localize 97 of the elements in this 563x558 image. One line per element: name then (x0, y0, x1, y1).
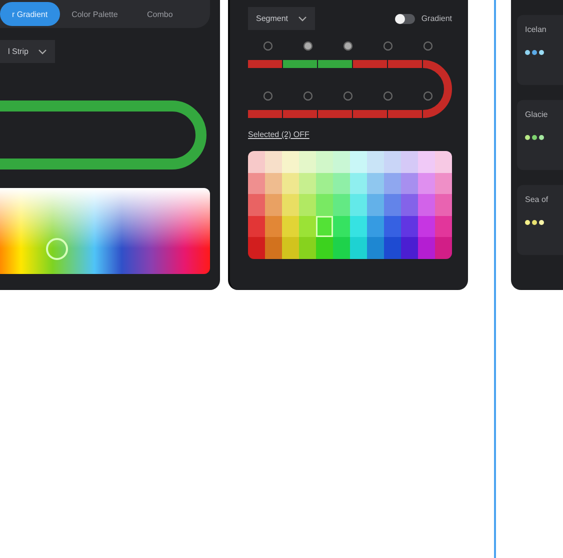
palette-swatch[interactable] (248, 151, 265, 173)
strip-segment[interactable] (353, 110, 387, 118)
picker-handle[interactable] (46, 238, 68, 260)
palette-swatch[interactable] (282, 216, 299, 238)
palette-swatch[interactable] (367, 237, 384, 259)
palette-swatch[interactable] (248, 216, 265, 238)
palette-swatch[interactable] (248, 237, 265, 259)
color-gradient-picker[interactable] (0, 188, 210, 274)
palette-swatch[interactable] (350, 172, 367, 194)
palette-swatch[interactable] (418, 237, 435, 259)
chevron-icon (298, 16, 308, 22)
palette-swatch[interactable] (367, 194, 384, 216)
scene-card[interactable]: Glacie (517, 100, 563, 170)
tab[interactable]: Combo (130, 2, 190, 26)
palette-swatch[interactable] (401, 216, 418, 238)
palette-swatch[interactable] (265, 151, 282, 173)
strip-dropdown[interactable]: l Strip (0, 40, 56, 63)
palette-swatch[interactable] (333, 237, 350, 259)
strip-segment[interactable] (388, 60, 422, 68)
strip-segment[interactable] (283, 60, 317, 68)
palette-swatch[interactable] (316, 172, 333, 194)
tab[interactable]: Color Palette (60, 2, 130, 26)
segment-checkbox[interactable] (263, 41, 273, 51)
palette-swatch[interactable] (384, 172, 401, 194)
palette-swatch[interactable] (435, 194, 452, 216)
segment-checkbox[interactable] (423, 91, 433, 101)
selection-status[interactable]: Selected (2) OFF (248, 130, 452, 139)
segment-checkbox[interactable] (383, 41, 393, 51)
palette-swatch[interactable] (316, 151, 333, 173)
palette-swatch[interactable] (265, 237, 282, 259)
palette-swatch[interactable] (401, 172, 418, 194)
palette-swatch[interactable] (435, 172, 452, 194)
palette-swatch[interactable] (265, 216, 282, 238)
palette-swatch[interactable] (333, 194, 350, 216)
scene-card[interactable]: Icelan (517, 15, 563, 85)
palette-swatch[interactable] (384, 216, 401, 238)
palette-swatch[interactable] (435, 151, 452, 173)
palette-swatch[interactable] (418, 216, 435, 238)
palette-swatch[interactable] (350, 237, 367, 259)
palette-swatch[interactable] (299, 151, 316, 173)
palette-swatch[interactable] (282, 237, 299, 259)
palette-swatch[interactable] (350, 216, 367, 238)
segment-checkbox[interactable] (303, 41, 313, 51)
palette-swatch[interactable] (282, 194, 299, 216)
palette-swatch[interactable] (282, 172, 299, 194)
palette-swatch[interactable] (418, 194, 435, 216)
palette-swatch[interactable] (248, 194, 265, 216)
segment-checkbox[interactable] (263, 91, 273, 101)
palette-swatch[interactable] (401, 151, 418, 173)
palette-swatch[interactable] (384, 237, 401, 259)
palette-swatch[interactable] (350, 194, 367, 216)
palette-swatch[interactable] (299, 237, 316, 259)
palette-swatch[interactable] (435, 237, 452, 259)
palette-swatch[interactable] (333, 151, 350, 173)
palette-swatch[interactable] (316, 237, 333, 259)
scene-name: Icelan (525, 25, 548, 34)
gradient-toggle[interactable]: Gradient (395, 14, 452, 24)
chevron-icon (38, 48, 48, 54)
palette-swatch[interactable] (265, 194, 282, 216)
palette-swatch[interactable] (316, 216, 333, 238)
palette-swatch[interactable] (401, 194, 418, 216)
strip-segment[interactable] (248, 110, 282, 118)
palette-swatch[interactable] (333, 216, 350, 238)
strip-segment[interactable] (318, 60, 352, 68)
palette-swatch[interactable] (401, 237, 418, 259)
palette-swatch[interactable] (350, 151, 367, 173)
strip-segment[interactable] (353, 60, 387, 68)
palette-swatch[interactable] (299, 194, 316, 216)
palette-swatch[interactable] (384, 151, 401, 173)
palette-swatch[interactable] (316, 194, 333, 216)
palette-swatch[interactable] (367, 216, 384, 238)
palette-swatch[interactable] (248, 172, 265, 194)
palette-swatch[interactable] (299, 216, 316, 238)
strip-segment[interactable] (318, 110, 352, 118)
palette-swatch[interactable] (333, 172, 350, 194)
strip-curve (422, 60, 452, 118)
scene-card[interactable]: Sea of (517, 185, 563, 255)
palette-swatch[interactable] (367, 172, 384, 194)
segment-checkbox[interactable] (423, 41, 433, 51)
palette-swatch[interactable] (418, 172, 435, 194)
scene-name: Glacie (525, 110, 549, 119)
segment-checkbox[interactable] (303, 91, 313, 101)
palette-swatch[interactable] (435, 216, 452, 238)
palette-swatch[interactable] (299, 172, 316, 194)
palette-swatch[interactable] (384, 194, 401, 216)
segment-dropdown[interactable]: Segment (248, 7, 316, 30)
segment-checkbox[interactable] (343, 91, 353, 101)
palette-swatch[interactable] (282, 151, 299, 173)
strip-segment[interactable] (388, 110, 422, 118)
strip-segment[interactable] (248, 60, 282, 68)
segment-checkbox[interactable] (383, 91, 393, 101)
segment-checkbox[interactable] (343, 41, 353, 51)
palette-swatch[interactable] (367, 151, 384, 173)
strip-segment[interactable] (283, 110, 317, 118)
palette-swatch[interactable] (418, 151, 435, 173)
palette-swatch[interactable] (265, 172, 282, 194)
scene-name: Sea of (525, 195, 550, 204)
